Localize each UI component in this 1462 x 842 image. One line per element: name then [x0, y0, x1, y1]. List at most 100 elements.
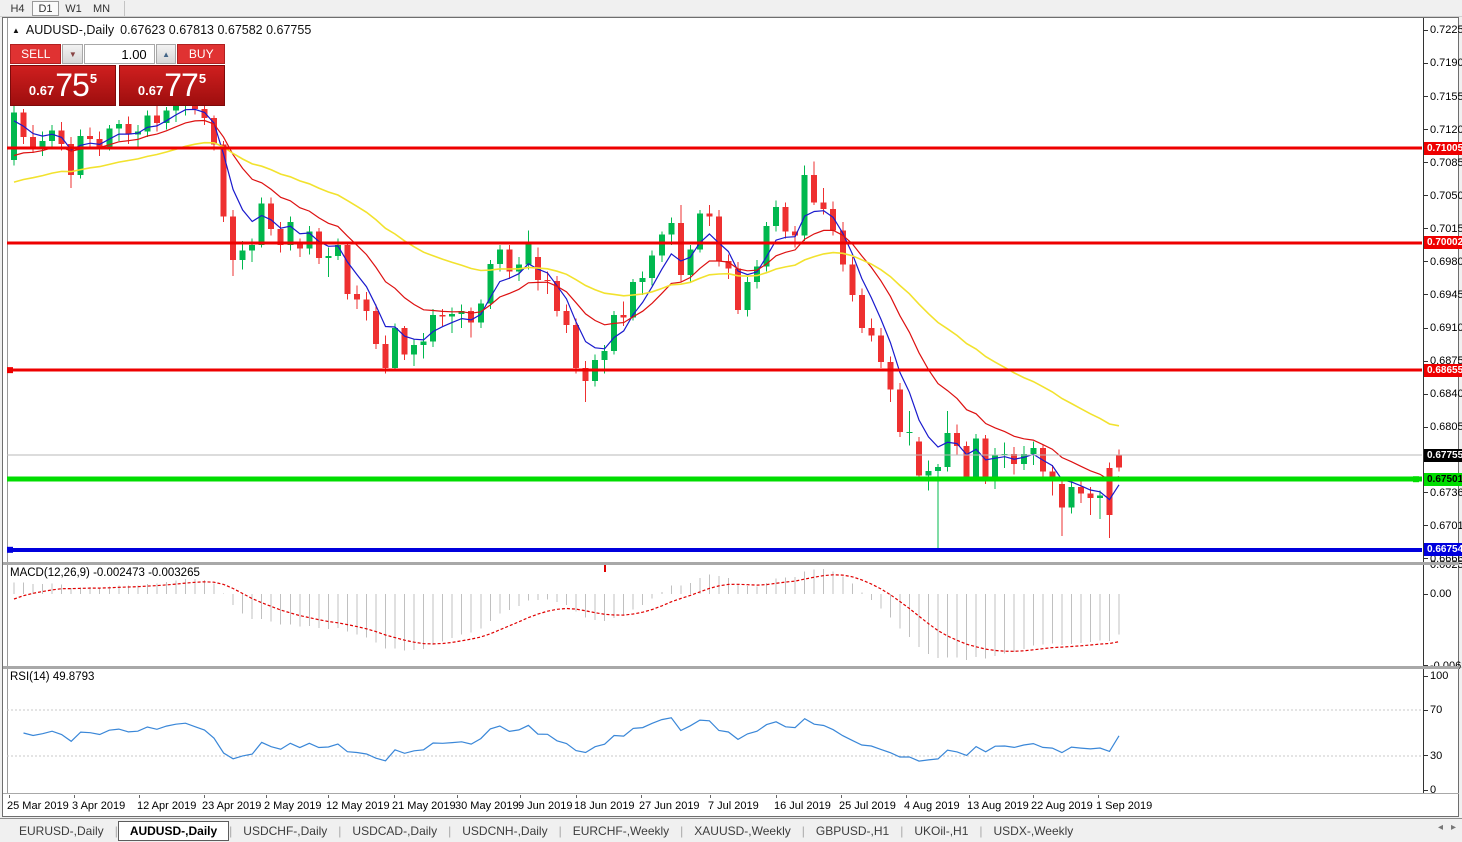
candle-body	[715, 216, 722, 261]
price-axis-border	[1423, 18, 1424, 794]
price-axis-tick: 0.68050	[1430, 421, 1462, 434]
candle-body	[820, 202, 827, 209]
volume-increase-button[interactable]: ▲	[155, 44, 177, 64]
time-axis-tick	[74, 795, 75, 798]
sell-price-big: 75	[55, 67, 90, 103]
tab-scroll-right-icon[interactable]: ▸	[1451, 822, 1456, 833]
candle-body	[639, 277, 646, 282]
buy-button[interactable]: BUY	[177, 44, 226, 64]
chart-tab-usdx[interactable]: USDX-,Weekly	[983, 822, 1085, 840]
tab-scroll-nav: ◂ ▸	[1438, 822, 1456, 833]
hline-handle[interactable]	[7, 546, 13, 553]
candle-body	[249, 244, 256, 251]
candle-body	[506, 249, 513, 272]
time-axis-label: 13 Aug 2019	[967, 800, 1029, 812]
candle-body	[392, 328, 399, 368]
time-axis-label: 23 Apr 2019	[202, 800, 262, 812]
candle-body	[496, 249, 503, 264]
time-axis-tick	[710, 795, 711, 798]
chart-tab-ukoil[interactable]: UKOil-,H1	[903, 822, 979, 840]
candle-body	[963, 446, 970, 477]
candle-body	[801, 174, 808, 236]
candle-body	[925, 470, 932, 476]
hline-handle[interactable]	[7, 367, 13, 374]
volume-input[interactable]: 1.00	[84, 44, 155, 64]
candle-body	[811, 174, 818, 203]
chart-tab-xauusd[interactable]: XAUUSD-,Weekly	[683, 822, 801, 840]
macd-panel[interactable]	[13, 569, 1120, 660]
collapse-arrow-icon[interactable]: ▲	[12, 26, 20, 35]
candle-body	[1068, 486, 1075, 508]
rsi-axis-tick: 100	[1430, 670, 1449, 682]
candle-body	[353, 294, 360, 300]
time-axis-tick	[1098, 795, 1099, 798]
level-price-tag: 0.68655	[1424, 363, 1462, 377]
candle-body	[935, 467, 942, 471]
time-axis-tick	[266, 795, 267, 798]
candle-body	[706, 213, 713, 217]
candle-body	[382, 344, 389, 368]
time-axis[interactable]: 25 Mar 2019 3 Apr 2019 12 Apr 2019 23 Apr 2…	[3, 795, 1423, 817]
sell-price-button[interactable]: 0.67 75 5	[10, 65, 116, 106]
candle-body	[401, 328, 408, 355]
timeframe-button-h4[interactable]: H4	[4, 1, 31, 16]
macd-indicator-label: MACD(12,26,9) -0.002473 -0.003265	[10, 567, 200, 579]
current-price-tag: 0.67755	[1424, 448, 1462, 462]
timeframe-button-mn[interactable]: MN	[88, 1, 115, 16]
time-axis-label: 16 Jul 2019	[774, 800, 831, 812]
candle-body	[411, 345, 418, 355]
candle-body	[544, 279, 551, 281]
time-axis-tick	[841, 795, 842, 798]
volume-decrease-button[interactable]: ▼	[62, 44, 84, 64]
time-axis-tick	[394, 795, 395, 798]
chevron-down-icon: ▼	[68, 49, 77, 59]
rsi-panel[interactable]	[7, 709, 1422, 762]
buy-price-button[interactable]: 0.67 77 5	[119, 65, 225, 106]
price-axis-tick: 0.71550	[1430, 90, 1462, 103]
candle-body	[430, 314, 437, 342]
moving-average-line	[13, 141, 1120, 427]
candle-body	[858, 294, 865, 329]
chart-tab-audusd[interactable]: AUDUSD-,Daily	[117, 820, 230, 841]
candle-body	[744, 281, 751, 311]
tab-scroll-left-icon[interactable]: ◂	[1438, 822, 1443, 833]
time-axis-tick	[520, 795, 521, 798]
price-axis-tick: 0.67010	[1430, 519, 1462, 532]
timeframe-button-w1[interactable]: W1	[60, 1, 87, 16]
candle-body	[363, 299, 370, 312]
main-chart-area[interactable]	[7, 95, 1422, 553]
candle-body	[258, 203, 265, 245]
time-axis-tick	[139, 795, 140, 798]
level-price-tag: 0.70002	[1424, 236, 1462, 250]
time-axis-label: 30 May 2019	[455, 800, 519, 812]
candle-body	[915, 441, 922, 476]
chart-tab-usdchf[interactable]: USDCHF-,Daily	[232, 822, 338, 840]
candle-body	[782, 207, 789, 232]
panel-splitter[interactable]	[3, 562, 1459, 565]
timeframe-toolbar: H4 D1 W1 MN	[0, 0, 1462, 17]
toolbar-separator	[124, 0, 125, 16]
time-axis-tick	[1033, 795, 1034, 798]
chart-tab-gbpusd[interactable]: GBPUSD-,H1	[805, 822, 900, 840]
candle-body	[201, 108, 208, 119]
price-axis-tick: 0.69450	[1430, 288, 1462, 301]
chart-tab-usdcnh[interactable]: USDCNH-,Daily	[451, 822, 558, 840]
price-axis-tick: 0.71900	[1430, 57, 1462, 70]
level-price-tag: 0.67501	[1424, 472, 1462, 486]
level-price-tag: 0.71005	[1424, 141, 1462, 155]
time-axis-label: 27 Jun 2019	[639, 800, 700, 812]
time-axis-label: 1 Sep 2019	[1096, 800, 1153, 812]
time-axis-label: 21 May 2019	[392, 800, 456, 812]
hline-handle[interactable]	[1413, 476, 1419, 483]
panel-splitter[interactable]	[3, 666, 1459, 669]
chart-tab-eurusd[interactable]: EURUSD-,Daily	[8, 822, 115, 840]
timeframe-button-d1[interactable]: D1	[32, 0, 59, 16]
candle-body	[344, 244, 351, 295]
chart-canvas[interactable]	[0, 0, 1462, 842]
sell-button[interactable]: SELL	[10, 44, 62, 64]
candle-body	[620, 314, 627, 318]
time-axis-label: 22 Aug 2019	[1031, 800, 1093, 812]
chart-tab-usdcad[interactable]: USDCAD-,Daily	[341, 822, 448, 840]
price-axis-tick: 0.69100	[1430, 322, 1462, 335]
chart-tab-eurchf[interactable]: EURCHF-,Weekly	[562, 822, 680, 840]
